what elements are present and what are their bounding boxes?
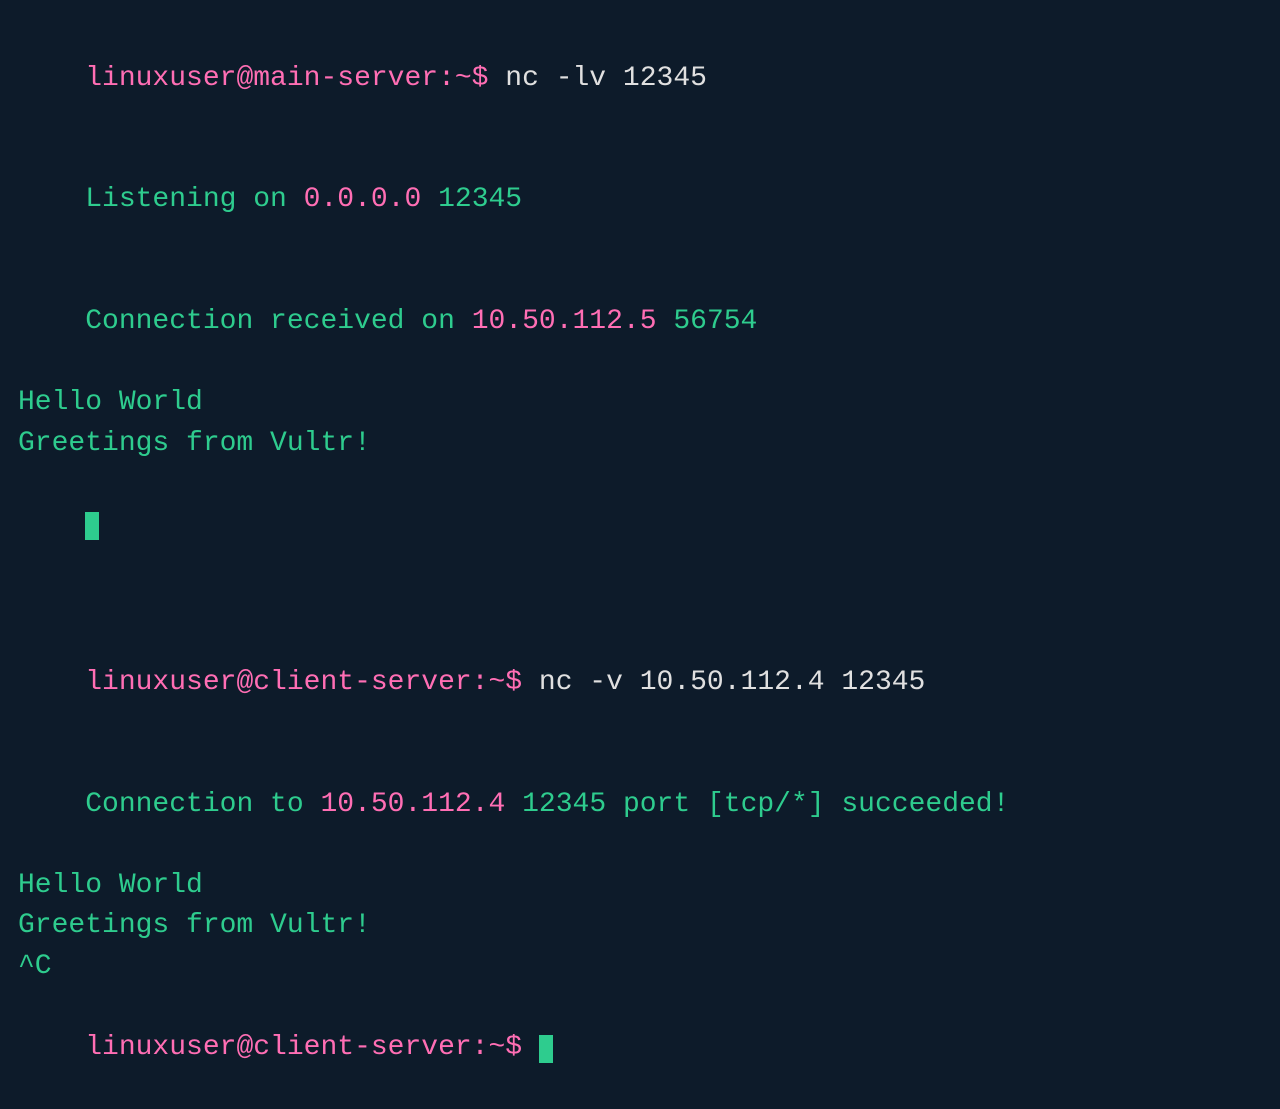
block1-command: nc -lv 12345 <box>488 63 706 94</box>
block1-line2-text-plain: Connection received on <box>85 306 471 337</box>
block1-line1-text-plain: Listening on <box>85 184 303 215</box>
block2-command: nc -v 10.50.112.4 12345 <box>522 667 925 698</box>
block1-line1-port: 12345 <box>421 184 522 215</box>
client-server-prompt: linuxuser@client-server:~$ <box>85 667 522 698</box>
block1-line2-port: 56754 <box>657 306 758 337</box>
block2-final-prompt-dollar <box>522 1032 539 1063</box>
block2-line1-ip: 10.50.112.4 <box>320 789 505 820</box>
block2-line1-plain: Connection to <box>85 789 320 820</box>
block2-line1-rest: port [tcp/*] succeeded! <box>606 789 1009 820</box>
block1-cursor-line <box>18 465 1262 587</box>
block2-line1-port: 12345 <box>505 789 606 820</box>
block2-line3: Greetings from Vultr! <box>18 906 1262 947</box>
block1-line2-ip: 10.50.112.5 <box>472 306 657 337</box>
block2-line1: Connection to 10.50.112.4 12345 port [tc… <box>18 744 1262 866</box>
block1-line3: Hello World <box>18 383 1262 424</box>
main-server-prompt: linuxuser@main-server:~$ <box>85 63 488 94</box>
spacer <box>18 586 1262 622</box>
client-server-prompt2: linuxuser@client-server:~$ <box>85 1032 522 1063</box>
block1-line1-ip: 0.0.0.0 <box>304 184 422 215</box>
block2-prompt-line: linuxuser@client-server:~$ nc -v 10.50.1… <box>18 622 1262 744</box>
block1-prompt-line: linuxuser@main-server:~$ nc -lv 12345 <box>18 18 1262 140</box>
block1-cursor <box>85 512 99 540</box>
block2-final-prompt-line: linuxuser@client-server:~$ <box>18 988 1262 1109</box>
block1-line4: Greetings from Vultr! <box>18 424 1262 465</box>
block1-line1: Listening on 0.0.0.0 12345 <box>18 140 1262 262</box>
block2-line4: ^C <box>18 947 1262 988</box>
block1-line2: Connection received on 10.50.112.5 56754 <box>18 262 1262 384</box>
terminal-window: linuxuser@main-server:~$ nc -lv 12345 Li… <box>18 18 1262 634</box>
block2-cursor <box>539 1035 553 1063</box>
block2-line2: Hello World <box>18 866 1262 907</box>
